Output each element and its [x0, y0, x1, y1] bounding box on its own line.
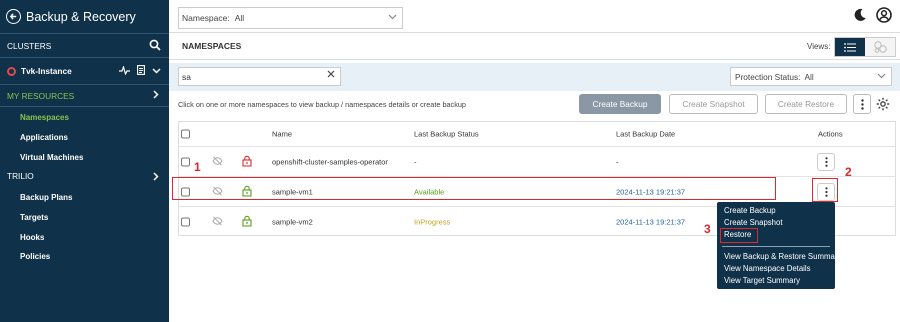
lock-icon: [242, 155, 252, 169]
menu-item-view-summary[interactable]: View Backup & Restore Summary: [724, 252, 841, 261]
chevron-down-icon[interactable]: [152, 66, 161, 76]
sidebar-item-hooks[interactable]: Hooks: [0, 227, 169, 247]
app-title: Backup & Recovery: [26, 9, 136, 24]
backup-status: -: [414, 157, 417, 167]
back-arrow-icon[interactable]: [6, 9, 21, 24]
namespace-name[interactable]: sample-vm2: [272, 218, 313, 227]
row-highlight-box: [172, 177, 776, 200]
row-checkbox[interactable]: [181, 157, 190, 167]
backup-status: InProgress: [414, 217, 451, 227]
column-header-name: Name: [272, 129, 293, 139]
document-icon[interactable]: [137, 65, 145, 77]
sidebar-item-targets[interactable]: Targets: [0, 208, 169, 228]
sidebar-item-backup-plans[interactable]: Backup Plans: [0, 188, 169, 208]
clusters-section: CLUSTERS: [0, 33, 169, 58]
more-actions-button[interactable]: [853, 94, 871, 114]
row-checkbox[interactable]: [181, 217, 190, 227]
create-restore-button[interactable]: Create Restore: [765, 94, 847, 114]
backup-date: 2024-11-13 19:21:37: [616, 217, 686, 227]
table-row[interactable]: openshift-cluster-samples-operator - -: [179, 148, 895, 177]
my-resources-section[interactable]: MY RESOURCES: [0, 85, 169, 107]
openshift-icon: [7, 66, 16, 76]
clusters-label: CLUSTERS: [7, 40, 52, 51]
unlock-icon: [242, 215, 252, 229]
backup-date: -: [616, 157, 619, 167]
row-actions-button[interactable]: [817, 153, 835, 171]
column-header-date: Last Backup Date: [616, 129, 676, 139]
protection-status-label: Protection Status:: [735, 71, 801, 82]
cluster-instance[interactable]: Tvk-Instance: [0, 58, 169, 85]
eye-off-icon: [212, 156, 223, 168]
sidebar-item-virtual-machines[interactable]: Virtual Machines: [0, 147, 169, 167]
search-input[interactable]: sa: [178, 67, 341, 86]
create-snapshot-button[interactable]: Create Snapshot: [669, 94, 758, 114]
actions-highlight-box: [812, 178, 838, 202]
user-avatar-icon[interactable]: [876, 7, 892, 25]
views-label: Views:: [807, 42, 831, 51]
sidebar-item-policies[interactable]: Policies: [0, 247, 169, 267]
instance-tools: [119, 64, 161, 77]
search-icon[interactable]: [149, 39, 161, 53]
pulse-icon[interactable]: [119, 64, 130, 77]
sidebar-item-applications[interactable]: Applications: [0, 128, 169, 148]
sidebar-item-namespaces[interactable]: Namespaces: [0, 108, 169, 128]
create-backup-button[interactable]: Create Backup: [579, 94, 661, 114]
menu-item-create-snapshot[interactable]: Create Snapshot: [724, 218, 783, 227]
moon-icon[interactable]: [853, 8, 867, 24]
select-all-checkbox[interactable]: [181, 129, 190, 139]
eye-off-icon: [212, 216, 223, 228]
page-title: NAMESPACES: [182, 41, 242, 51]
protection-status-select[interactable]: Protection Status: All: [730, 67, 892, 86]
menu-item-create-backup[interactable]: Create Backup: [724, 206, 776, 215]
chevron-right-icon: [153, 90, 159, 102]
graph-view-icon[interactable]: [865, 38, 895, 56]
menu-item-view-target-summary[interactable]: View Target Summary: [724, 276, 800, 285]
column-header-status: Last Backup Status: [414, 129, 479, 139]
trilio-label: TRILIO: [7, 171, 34, 182]
namespace-name[interactable]: openshift-cluster-samples-operator: [272, 158, 388, 167]
top-bar: Namespace: All: [169, 0, 900, 33]
chevron-down-icon: [877, 71, 886, 81]
namespaces-header: NAMESPACES Views:: [169, 33, 900, 60]
step-marker-2: 2: [845, 165, 852, 179]
trilio-section[interactable]: TRILIO: [0, 167, 169, 185]
protection-status-value: All: [804, 71, 814, 82]
filter-row: sa Protection Status: All: [169, 63, 900, 91]
column-header-actions: Actions: [818, 129, 843, 139]
row-actions-menu: Create Backup Create Snapshot Restore Vi…: [717, 202, 841, 289]
restore-highlight-box: [720, 228, 758, 243]
list-view-icon[interactable]: [835, 38, 865, 56]
namespace-select-label: Namespace:: [182, 13, 230, 23]
menu-divider: [722, 246, 830, 247]
step-marker-1: 1: [194, 160, 201, 174]
view-toggle: [834, 37, 896, 57]
chevron-right-icon: [153, 172, 159, 184]
namespace-select[interactable]: Namespace: All: [178, 7, 403, 29]
selection-hint: Click on one or more namespaces to view …: [178, 100, 466, 109]
chevron-down-icon: [388, 12, 397, 22]
kebab-icon: [860, 98, 864, 110]
gear-icon[interactable]: [876, 97, 890, 113]
clear-icon[interactable]: [327, 70, 335, 81]
table-header: Name Last Backup Status Last Backup Date…: [179, 122, 895, 147]
step-marker-3: 3: [704, 222, 711, 236]
my-resources-label: MY RESOURCES: [7, 90, 75, 101]
search-input-value: sa: [182, 71, 191, 82]
instance-name: Tvk-Instance: [21, 66, 72, 76]
sidebar: Backup & Recovery CLUSTERS Tvk-Instance …: [0, 0, 169, 322]
namespace-select-value: All: [234, 13, 245, 23]
sidebar-header: Backup & Recovery: [0, 0, 169, 33]
menu-item-view-namespace-details[interactable]: View Namespace Details: [724, 264, 811, 273]
